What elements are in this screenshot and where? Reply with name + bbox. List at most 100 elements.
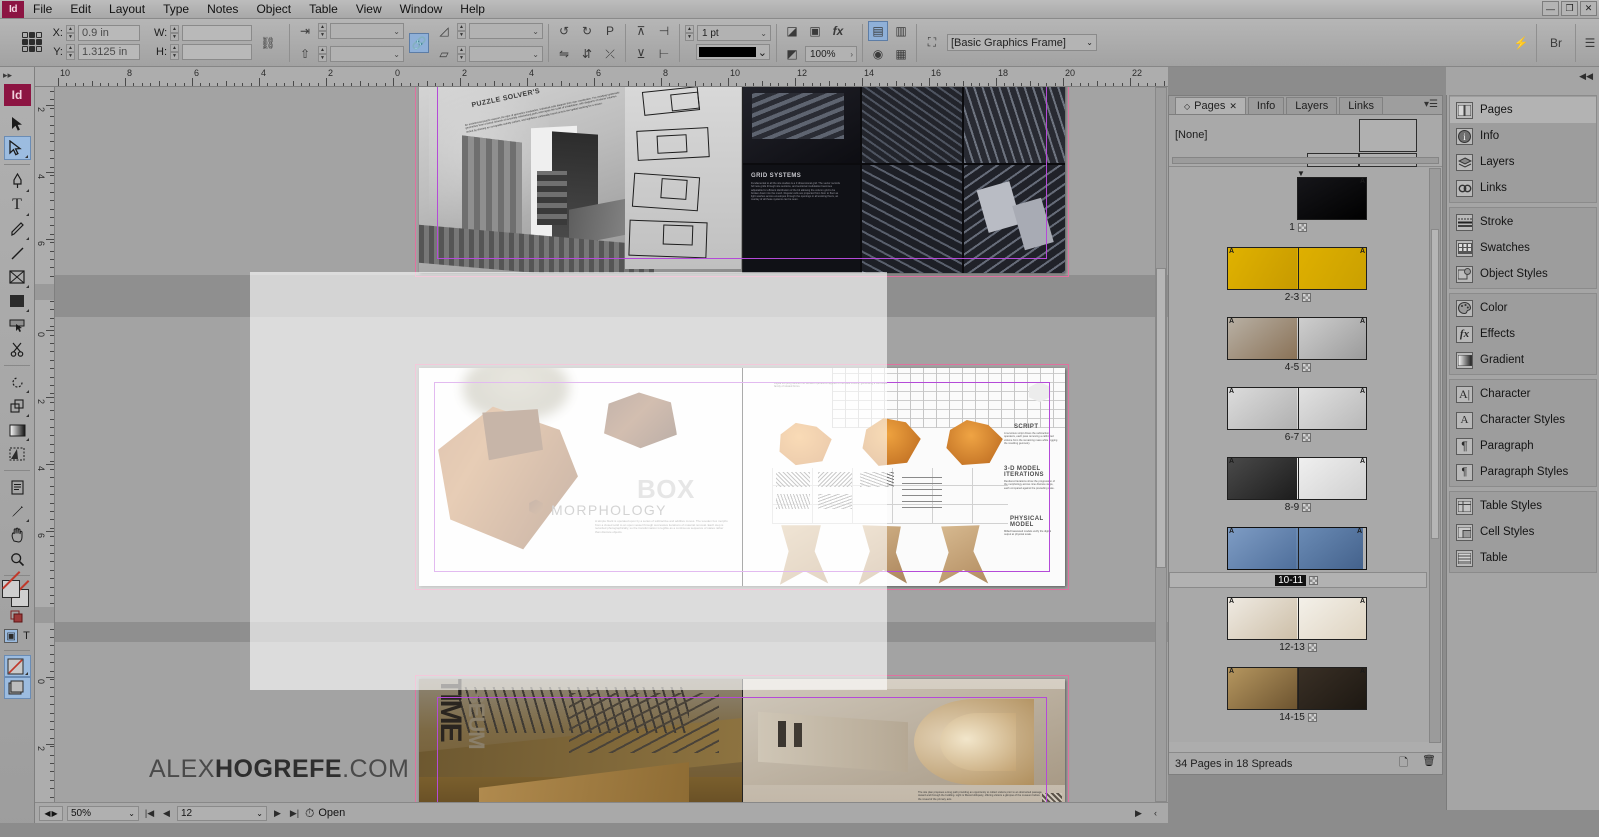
page-fit-buttons[interactable]: ◀▶	[39, 806, 63, 821]
gradient-swatch-tool[interactable]	[4, 418, 31, 442]
constrain-size-icon[interactable]: ⛓	[258, 33, 278, 53]
menu-view[interactable]: View	[347, 0, 391, 18]
align-left-icon[interactable]: ⊣	[654, 21, 674, 41]
toolbox-grip[interactable]: ▸▸	[0, 67, 34, 83]
rotate-cw-icon[interactable]: ↻	[577, 21, 597, 41]
spread-thumbnail-right-page[interactable]: A	[1297, 248, 1366, 289]
stroke-weight-stepper[interactable]: ▲▼	[685, 25, 694, 41]
dock-item-swatches[interactable]: Swatches	[1450, 235, 1596, 261]
w-input[interactable]	[182, 25, 252, 41]
rotate-ccw-icon[interactable]: ↺	[554, 21, 574, 41]
vertical-ruler[interactable]: 246024602	[35, 87, 55, 802]
type-tool[interactable]: T	[4, 193, 31, 217]
x-input[interactable]: 0.9 in	[78, 25, 140, 41]
spread-thumbnail[interactable]: AA	[1227, 247, 1367, 290]
spread-label[interactable]: 12-13	[1169, 642, 1427, 653]
spread-thumbnail[interactable]: AA	[1227, 387, 1367, 430]
w-stepper[interactable]: ▲▼	[170, 25, 179, 41]
status-menu-arrow[interactable]: ▶	[1132, 808, 1145, 819]
last-page-button[interactable]: ▶|	[288, 808, 301, 819]
bridge-icon[interactable]: Br	[1542, 33, 1570, 53]
flip-both-icon[interactable]: ⤫	[600, 44, 620, 64]
flip-horizontal-icon[interactable]: ⇋	[554, 44, 574, 64]
spread-middle-left-page[interactable]: BOX MORPHOLOGY A simple block is operate…	[419, 368, 742, 586]
dock-item-table[interactable]: Table	[1450, 545, 1596, 571]
text-wrap-jump-icon[interactable]: ▦	[891, 44, 911, 64]
pages-list[interactable]: ▼ A1AA2-3AA4-5AA6-7AA8-9AA10-11AA12-13AA…	[1169, 167, 1442, 742]
spread-thumbnail[interactable]: AA	[1227, 667, 1367, 710]
dock-item-stroke[interactable]: Stroke	[1450, 209, 1596, 235]
dock-item-character[interactable]: A|Character	[1450, 381, 1596, 407]
spread-thumbnail[interactable]: A	[1297, 177, 1367, 220]
spread-thumbnail-left-page[interactable]: A	[1228, 668, 1297, 709]
flip-vertical-icon[interactable]: ⇵	[577, 44, 597, 64]
default-fill-stroke-icon[interactable]	[4, 608, 31, 626]
scissors-tool[interactable]	[4, 337, 31, 361]
x-stepper[interactable]: ▲▼	[66, 25, 75, 41]
dock-item-cell-styles[interactable]: Cell Styles	[1450, 519, 1596, 545]
spread-thumbnail-left-page[interactable]: A	[1228, 318, 1297, 359]
tab-links[interactable]: Links	[1339, 97, 1383, 114]
spread-thumbnail-right-page[interactable]: A	[1297, 388, 1366, 429]
document-status-icon[interactable]: ⏱	[305, 806, 314, 821]
spread-middle-right-page[interactable]: Digital scripting defines the iterative …	[742, 368, 1065, 586]
menu-table[interactable]: Table	[300, 0, 347, 18]
tab-close-icon[interactable]: ✕	[1229, 101, 1237, 112]
dock-item-effects[interactable]: fxEffects	[1450, 321, 1596, 347]
tab-info[interactable]: Info	[1248, 97, 1284, 114]
menu-edit[interactable]: Edit	[61, 0, 100, 18]
eyedropper-tool[interactable]	[4, 499, 31, 523]
page-number-select[interactable]: 12 ⌄	[177, 806, 267, 821]
pencil-tool[interactable]	[4, 217, 31, 241]
frame-fitting-icon[interactable]: ⛶	[922, 33, 942, 53]
stroke-type-select[interactable]: ⌄	[696, 44, 770, 60]
y-stepper[interactable]: ▲▼	[66, 44, 75, 60]
spread-label[interactable]: 14-15	[1169, 712, 1427, 723]
rotate-stepper[interactable]: ▲▼	[457, 23, 466, 39]
selection-tool[interactable]	[4, 112, 31, 136]
spread-bottom-left-page[interactable]: TIME SEUM	[419, 679, 742, 802]
menu-layout[interactable]: Layout	[100, 0, 154, 18]
spread-thumbnail-right-page[interactable]: A	[1298, 178, 1366, 219]
corner-options-icon[interactable]: ◪	[782, 21, 802, 41]
h-input[interactable]	[182, 44, 252, 60]
pages-scroll-thumb[interactable]	[1431, 229, 1439, 539]
spread-label[interactable]: 1	[1169, 222, 1427, 233]
spread-bottom[interactable]: TIME SEUM The site plan proposes a long …	[419, 679, 1065, 802]
new-page-icon[interactable]: 🗋	[1399, 754, 1408, 773]
fill-swatch[interactable]	[2, 580, 20, 598]
spread-middle-selected[interactable]: BOX MORPHOLOGY A simple block is operate…	[419, 368, 1065, 586]
opacity-field[interactable]: 100% ›	[805, 46, 857, 62]
menu-file[interactable]: File	[24, 0, 61, 18]
dock-item-info[interactable]: iInfo	[1450, 123, 1596, 149]
menu-window[interactable]: Window	[391, 0, 452, 18]
text-wrap-bounding-icon[interactable]: ▥	[891, 21, 911, 41]
note-tool[interactable]	[4, 475, 31, 499]
direct-selection-tool[interactable]	[4, 136, 31, 160]
previous-page-button[interactable]: ◀	[160, 808, 173, 819]
dock-item-gradient[interactable]: Gradient	[1450, 347, 1596, 373]
rotate-tool[interactable]	[4, 370, 31, 394]
dock-item-table-styles[interactable]: Table Styles	[1450, 493, 1596, 519]
spread-top-left-page[interactable]: PUZZLE SOLVER'S An architectural puzzle …	[419, 87, 742, 273]
drop-shadow-icon[interactable]: ▣	[805, 21, 825, 41]
quick-apply-icon[interactable]: ⚡	[1511, 33, 1531, 53]
formatting-target-icons[interactable]: ▣ T	[4, 626, 31, 646]
next-page-button[interactable]: ▶	[271, 808, 284, 819]
spread-thumbnail-left-page[interactable]: A	[1228, 528, 1296, 569]
dock-item-paragraph-styles[interactable]: ¶Paragraph Styles	[1450, 459, 1596, 485]
tab-layers[interactable]: Layers	[1286, 97, 1337, 114]
pen-tool[interactable]	[4, 169, 31, 193]
spread-thumbnail-right-page[interactable]: A	[1297, 458, 1366, 499]
spread-thumbnail[interactable]: AA	[1227, 597, 1367, 640]
spread-top[interactable]: PUZZLE SOLVER'S An architectural puzzle …	[419, 87, 1065, 273]
zoom-tool[interactable]	[4, 547, 31, 571]
scale-tool[interactable]	[4, 394, 31, 418]
spread-thumbnail[interactable]: AA	[1227, 527, 1367, 570]
rotate-select[interactable]: ⌄	[469, 23, 543, 39]
dock-expand-icon[interactable]: ◀◀	[1579, 71, 1593, 82]
menu-notes[interactable]: Notes	[198, 0, 247, 18]
spread-thumbnail[interactable]: AA	[1227, 317, 1367, 360]
close-button[interactable]: ✕	[1580, 1, 1597, 16]
spread-label[interactable]: 8-9	[1169, 502, 1427, 513]
